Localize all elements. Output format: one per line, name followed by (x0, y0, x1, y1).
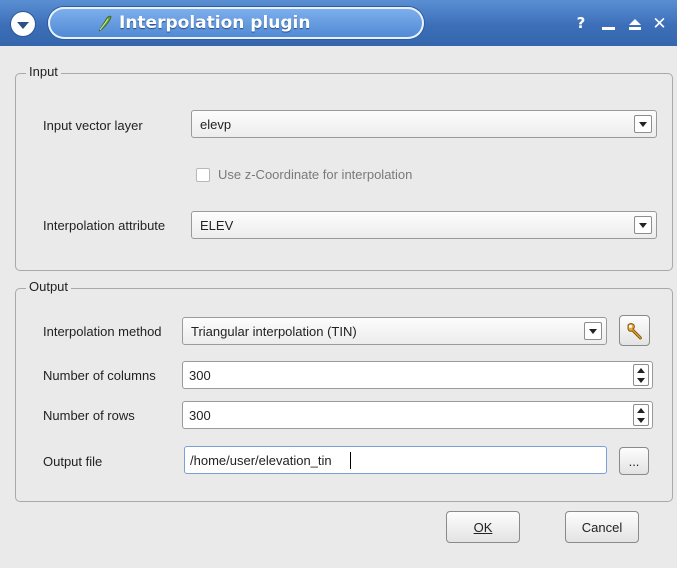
output-file-label: Output file (43, 454, 103, 469)
cancel-button[interactable]: Cancel (565, 511, 639, 543)
interpolation-attribute-combo[interactable]: ELEV (191, 211, 657, 239)
interpolation-attribute-value: ELEV (200, 218, 234, 233)
interpolation-attribute-label: Interpolation attribute (43, 218, 166, 233)
rows-stepper[interactable] (633, 404, 649, 426)
chevron-down-icon[interactable] (584, 322, 602, 340)
method-settings-button[interactable] (619, 315, 650, 346)
use-z-label: Use z-Coordinate for interpolation (218, 167, 413, 182)
chevron-down-icon[interactable] (634, 216, 652, 234)
minimize-button[interactable] (601, 16, 616, 31)
number-of-rows-label: Number of rows (43, 408, 135, 423)
help-button[interactable]: ? (571, 13, 591, 33)
ok-button[interactable]: OK (446, 511, 520, 543)
input-group-title: Input (26, 64, 61, 79)
browse-button[interactable]: ... (619, 447, 649, 475)
number-of-columns-value: 300 (189, 368, 211, 383)
title-pill: Interpolation plugin (48, 7, 424, 39)
input-vector-layer-combo[interactable]: elevp (191, 110, 657, 138)
number-of-columns-label: Number of columns (43, 368, 156, 383)
chevron-down-icon[interactable] (634, 115, 652, 133)
close-button[interactable]: ✕ (652, 14, 667, 34)
input-vector-layer-label: Input vector layer (43, 118, 143, 133)
dialog-body: Input Input vector layer elevp Use z-Coo… (8, 46, 673, 562)
text-caret (350, 452, 351, 469)
use-z-checkbox[interactable] (196, 168, 210, 182)
maximize-button[interactable] (627, 16, 642, 31)
number-of-rows-value: 300 (189, 408, 211, 423)
columns-stepper[interactable] (633, 364, 649, 386)
window-title: Interpolation plugin (119, 13, 311, 33)
number-of-rows-spinbox[interactable]: 300 (182, 401, 653, 429)
ok-label: OK (473, 519, 493, 535)
number-of-columns-spinbox[interactable]: 300 (182, 361, 653, 389)
quill-icon (98, 15, 112, 32)
maximize-icon (628, 18, 641, 30)
title-bar: Interpolation plugin ? ✕ (0, 0, 677, 46)
window-menu-button[interactable] (11, 12, 35, 36)
output-file-value: /home/user/elevation_tin (190, 453, 332, 468)
interpolation-method-label: Interpolation method (43, 324, 162, 339)
wrench-icon (627, 322, 642, 340)
interpolation-method-combo[interactable]: Triangular interpolation (TIN) (182, 317, 607, 345)
output-file-input[interactable]: /home/user/elevation_tin (184, 446, 607, 474)
interpolation-method-value: Triangular interpolation (TIN) (191, 324, 357, 339)
output-group-title: Output (26, 279, 72, 294)
input-vector-layer-value: elevp (200, 117, 232, 132)
